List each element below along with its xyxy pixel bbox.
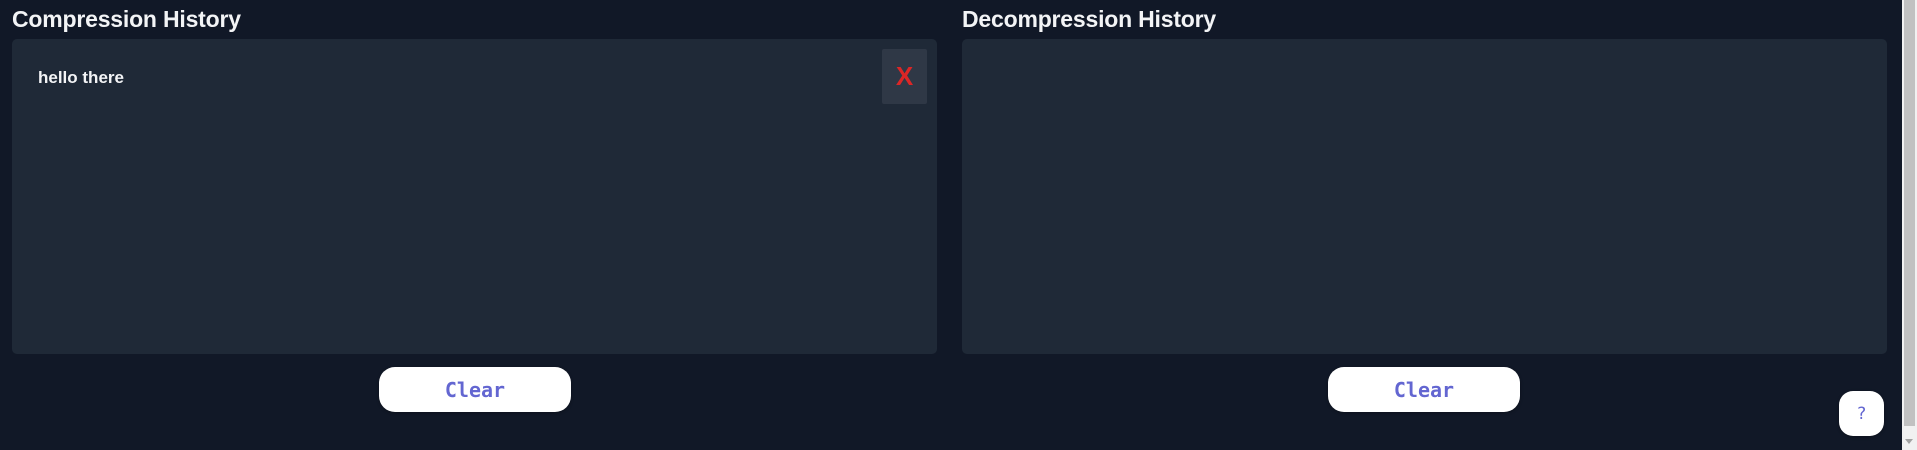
scrollbar-thumb[interactable]	[1904, 0, 1915, 426]
decompression-history-list	[962, 39, 1887, 354]
close-icon: X	[895, 61, 914, 91]
history-item: hello there X	[12, 39, 937, 119]
scroll-down-arrow-icon[interactable]	[1905, 439, 1913, 444]
compression-history-list: hello there X	[12, 39, 937, 354]
clear-decompression-button[interactable]: Clear	[1328, 367, 1520, 412]
scrollbar[interactable]	[1902, 0, 1917, 450]
help-button[interactable]: ?	[1839, 391, 1884, 436]
delete-item-button[interactable]: X	[882, 49, 927, 104]
history-item-text: hello there	[38, 68, 124, 87]
decompression-history-title: Decompression History	[962, 6, 1216, 32]
compression-history-title: Compression History	[12, 6, 241, 32]
clear-compression-button[interactable]: Clear	[379, 367, 571, 412]
page: Compression History hello there X Clear …	[0, 0, 1917, 450]
